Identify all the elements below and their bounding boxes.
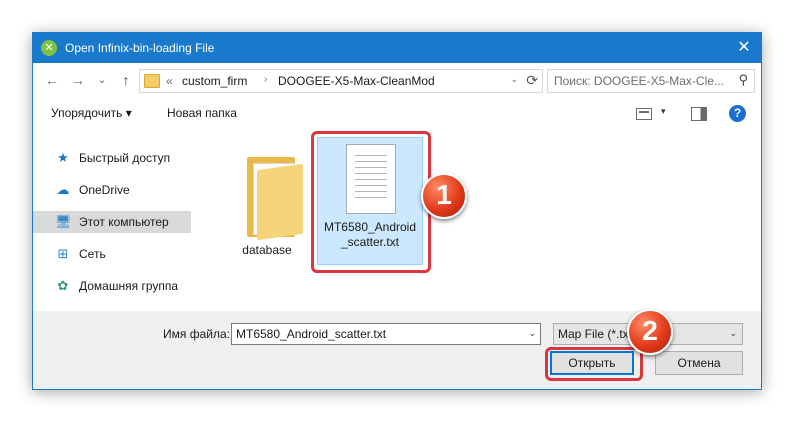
filename-input[interactable]: MT6580_Android_scatter.txt ⌄ [231, 323, 541, 345]
cancel-button[interactable]: Отмена [655, 351, 743, 375]
filename-value: MT6580_Android_scatter.txt [236, 327, 387, 341]
view-dropdown-icon[interactable]: ▾ [661, 106, 666, 117]
sidebar-item-label: Домашняя группа [79, 279, 179, 293]
organize-button[interactable]: Упорядочить ▾ [51, 106, 132, 120]
address-bar[interactable]: « custom_firm › DOOGEE-X5-Max-CleanMod ⌄… [139, 69, 543, 93]
cloud-icon: ☁ [56, 182, 70, 197]
breadcrumb-doogee[interactable]: DOOGEE-X5-Max-CleanMod [278, 74, 435, 88]
dialog-footer: Имя файла: MT6580_Android_scatter.txt ⌄ … [33, 309, 761, 389]
file-name-line1: MT6580_Android [323, 220, 417, 234]
sidebar-item-homegroup[interactable]: ✿ Домашняя группа [33, 275, 191, 297]
file-item-database[interactable]: database [213, 137, 321, 269]
sidebar-item-label: Сеть [79, 247, 106, 261]
up-folder-icon[interactable]: ↑ [117, 71, 135, 89]
file-type-value: Map File (*.txt) [558, 327, 637, 341]
text-file-icon [346, 144, 396, 214]
step-badge-1: 1 [421, 173, 467, 219]
chevron-down-icon[interactable]: ⌄ [528, 328, 536, 339]
step-badge-2: 2 [627, 309, 673, 355]
new-folder-button[interactable]: Новая папка [167, 106, 237, 120]
homegroup-icon: ✿ [57, 278, 69, 293]
open-file-dialog: ✕ Open Infinix-bin-loading File ✕ ← → ⌄ … [32, 32, 762, 390]
chevron-down-icon[interactable]: ⌄ [510, 74, 518, 85]
search-icon: ⚲ [738, 72, 748, 87]
chevron-down-icon[interactable]: ⌄ [729, 328, 737, 339]
file-item-scatter[interactable]: MT6580_Android _scatter.txt [317, 137, 423, 265]
filename-label: Имя файла: [163, 327, 230, 341]
close-button[interactable]: ✕ [727, 33, 761, 63]
file-name: database [242, 243, 292, 257]
preview-pane-icon[interactable] [691, 107, 707, 121]
sidebar-item-onedrive[interactable]: ☁ OneDrive [33, 179, 191, 201]
sidebar-item-label: Быстрый доступ [79, 151, 171, 165]
search-input[interactable]: Поиск: DOOGEE-X5-Max-Cle... ⚲ [547, 69, 755, 93]
computer-icon: 🖥 [55, 214, 72, 229]
app-icon: ✕ [41, 40, 57, 56]
sidebar-item-label: Этот компьютер [79, 215, 169, 229]
star-icon: ★ [57, 150, 69, 165]
search-placeholder: Поиск: DOOGEE-X5-Max-Cle... [554, 74, 724, 88]
sidebar-item-this-pc[interactable]: 🖥 Этот компьютер [33, 211, 191, 233]
sidebar-item-label: OneDrive [79, 183, 130, 197]
window-title: Open Infinix-bin-loading File [65, 41, 215, 55]
sidebar-item-network[interactable]: ⊞ Сеть [33, 243, 191, 265]
sidebar-item-quick-access[interactable]: ★ Быстрый доступ [33, 147, 191, 169]
file-list: database MT6580_Android _scatter.txt 1 [193, 129, 761, 311]
breadcrumb-custom-firm[interactable]: custom_firm [182, 74, 247, 88]
back-icon[interactable]: ← [43, 71, 61, 89]
breadcrumb-overflow[interactable]: « [166, 74, 173, 88]
folder-icon [144, 74, 160, 88]
navigation-pane: ★ Быстрый доступ ☁ OneDrive 🖥 Этот компь… [33, 129, 191, 311]
forward-icon[interactable]: → [69, 71, 87, 89]
view-mode-icon[interactable] [636, 108, 652, 120]
title-bar[interactable]: ✕ Open Infinix-bin-loading File ✕ [33, 33, 761, 63]
network-icon: ⊞ [57, 246, 69, 261]
folder-icon [247, 157, 303, 241]
command-bar: Упорядочить ▾ Новая папка ▾ ? [33, 97, 761, 129]
address-row: ← → ⌄ ↑ « custom_firm › DOOGEE-X5-Max-Cl… [33, 63, 761, 97]
help-icon[interactable]: ? [729, 105, 746, 122]
recent-locations-icon[interactable]: ⌄ [93, 71, 111, 89]
refresh-icon[interactable]: ⟳ [526, 72, 538, 89]
open-button[interactable]: Открыть [550, 351, 634, 375]
breadcrumb-separator[interactable]: › [264, 74, 267, 85]
file-name-line2: _scatter.txt [340, 235, 400, 249]
